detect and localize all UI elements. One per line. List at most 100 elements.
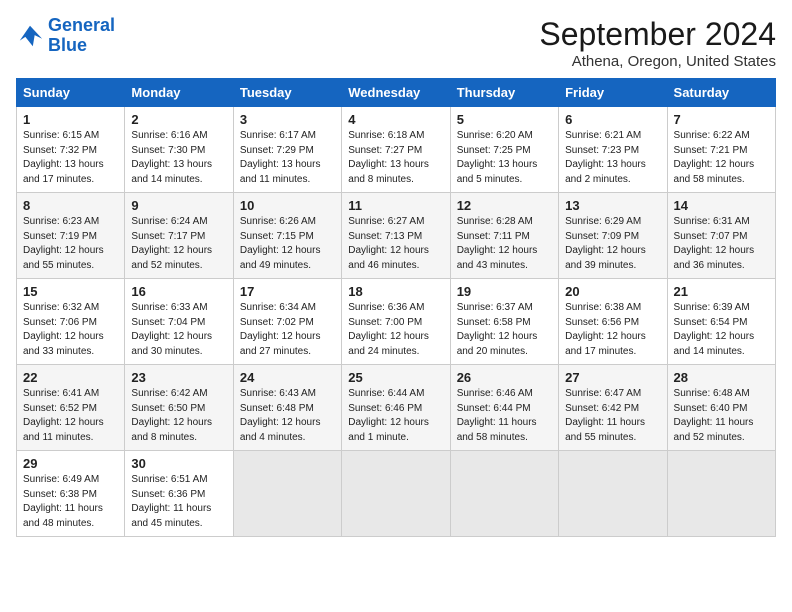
calendar-cell: 17 Sunrise: 6:34 AM Sunset: 7:02 PM Dayli… (233, 279, 341, 365)
day-number: 24 (240, 370, 335, 385)
calendar-cell: 24 Sunrise: 6:43 AM Sunset: 6:48 PM Dayli… (233, 365, 341, 451)
day-info: Sunrise: 6:38 AM Sunset: 6:56 PM Dayligh… (565, 301, 660, 359)
day-info: Sunrise: 6:44 AM Sunset: 6:46 PM Dayligh… (348, 387, 443, 445)
day-info: Sunrise: 6:37 AM Sunset: 6:58 PM Dayligh… (457, 301, 552, 359)
weekday-header-sunday: Sunday (17, 79, 125, 107)
day-info: Sunrise: 6:27 AM Sunset: 7:13 PM Dayligh… (348, 215, 443, 273)
day-info: Sunrise: 6:48 AM Sunset: 6:40 PM Dayligh… (674, 387, 769, 445)
day-number: 16 (131, 284, 226, 299)
day-number: 20 (565, 284, 660, 299)
header: GeneralBlue September 2024 Athena, Orego… (16, 16, 776, 70)
calendar-cell: 27 Sunrise: 6:47 AM Sunset: 6:42 PM Dayli… (559, 365, 667, 451)
calendar-week-row: 29 Sunrise: 6:49 AM Sunset: 6:38 PM Dayli… (17, 451, 776, 537)
day-number: 9 (131, 198, 226, 213)
weekday-header-row: SundayMondayTuesdayWednesdayThursdayFrid… (17, 79, 776, 107)
calendar-cell: 28 Sunrise: 6:48 AM Sunset: 6:40 PM Dayli… (667, 365, 775, 451)
day-number: 3 (240, 112, 335, 127)
logo-text: GeneralBlue (48, 16, 115, 56)
calendar-cell (233, 451, 341, 537)
day-number: 28 (674, 370, 769, 385)
day-info: Sunrise: 6:21 AM Sunset: 7:23 PM Dayligh… (565, 129, 660, 187)
day-info: Sunrise: 6:36 AM Sunset: 7:00 PM Dayligh… (348, 301, 443, 359)
day-number: 13 (565, 198, 660, 213)
calendar-cell: 23 Sunrise: 6:42 AM Sunset: 6:50 PM Dayli… (125, 365, 233, 451)
day-info: Sunrise: 6:34 AM Sunset: 7:02 PM Dayligh… (240, 301, 335, 359)
calendar-week-row: 8Sunrise: 6:23 AM Sunset: 7:19 PM Daylig… (17, 193, 776, 279)
calendar-cell: 21Sunrise: 6:39 AM Sunset: 6:54 PM Dayli… (667, 279, 775, 365)
calendar-cell: 12Sunrise: 6:28 AM Sunset: 7:11 PM Dayli… (450, 193, 558, 279)
day-info: Sunrise: 6:49 AM Sunset: 6:38 PM Dayligh… (23, 473, 118, 531)
day-number: 23 (131, 370, 226, 385)
month-year-title: September 2024 (539, 16, 776, 53)
calendar-cell: 14 Sunrise: 6:31 AM Sunset: 7:07 PM Dayli… (667, 193, 775, 279)
day-info: Sunrise: 6:39 AM Sunset: 6:54 PM Dayligh… (674, 301, 769, 359)
day-info: Sunrise: 6:18 AM Sunset: 7:27 PM Dayligh… (348, 129, 443, 187)
day-info: Sunrise: 6:33 AM Sunset: 7:04 PM Dayligh… (131, 301, 226, 359)
day-number: 6 (565, 112, 660, 127)
calendar-cell (342, 451, 450, 537)
calendar-cell: 22Sunrise: 6:41 AM Sunset: 6:52 PM Dayli… (17, 365, 125, 451)
calendar-cell: 3 Sunrise: 6:17 AM Sunset: 7:29 PM Daylig… (233, 107, 341, 193)
day-number: 25 (348, 370, 443, 385)
calendar-body: 1Sunrise: 6:15 AM Sunset: 7:32 PM Daylig… (17, 107, 776, 537)
day-number: 19 (457, 284, 552, 299)
calendar-cell: 15Sunrise: 6:32 AM Sunset: 7:06 PM Dayli… (17, 279, 125, 365)
day-info: Sunrise: 6:47 AM Sunset: 6:42 PM Dayligh… (565, 387, 660, 445)
day-number: 15 (23, 284, 118, 299)
day-number: 11 (348, 198, 443, 213)
calendar-cell (450, 451, 558, 537)
calendar-cell: 2 Sunrise: 6:16 AM Sunset: 7:30 PM Daylig… (125, 107, 233, 193)
day-number: 1 (23, 112, 118, 127)
day-number: 5 (457, 112, 552, 127)
weekday-header-saturday: Saturday (667, 79, 775, 107)
day-info: Sunrise: 6:20 AM Sunset: 7:25 PM Dayligh… (457, 129, 552, 187)
weekday-header-wednesday: Wednesday (342, 79, 450, 107)
day-number: 17 (240, 284, 335, 299)
day-info: Sunrise: 6:29 AM Sunset: 7:09 PM Dayligh… (565, 215, 660, 273)
calendar-cell: 30Sunrise: 6:51 AM Sunset: 6:36 PM Dayli… (125, 451, 233, 537)
calendar-cell: 18 Sunrise: 6:36 AM Sunset: 7:00 PM Dayli… (342, 279, 450, 365)
calendar-week-row: 1Sunrise: 6:15 AM Sunset: 7:32 PM Daylig… (17, 107, 776, 193)
day-info: Sunrise: 6:22 AM Sunset: 7:21 PM Dayligh… (674, 129, 769, 187)
calendar-cell: 10Sunrise: 6:26 AM Sunset: 7:15 PM Dayli… (233, 193, 341, 279)
calendar-cell: 11 Sunrise: 6:27 AM Sunset: 7:13 PM Dayli… (342, 193, 450, 279)
calendar-cell: 20 Sunrise: 6:38 AM Sunset: 6:56 PM Dayli… (559, 279, 667, 365)
calendar-cell (667, 451, 775, 537)
day-info: Sunrise: 6:31 AM Sunset: 7:07 PM Dayligh… (674, 215, 769, 273)
logo-bird-icon (16, 22, 44, 50)
day-number: 29 (23, 456, 118, 471)
calendar-cell: 16 Sunrise: 6:33 AM Sunset: 7:04 PM Dayli… (125, 279, 233, 365)
day-info: Sunrise: 6:43 AM Sunset: 6:48 PM Dayligh… (240, 387, 335, 445)
weekday-header-thursday: Thursday (450, 79, 558, 107)
calendar-cell: 7 Sunrise: 6:22 AM Sunset: 7:21 PM Daylig… (667, 107, 775, 193)
calendar-cell: 29 Sunrise: 6:49 AM Sunset: 6:38 PM Dayli… (17, 451, 125, 537)
calendar-cell: 6 Sunrise: 6:21 AM Sunset: 7:23 PM Daylig… (559, 107, 667, 193)
calendar-cell: 25 Sunrise: 6:44 AM Sunset: 6:46 PM Dayli… (342, 365, 450, 451)
day-info: Sunrise: 6:51 AM Sunset: 6:36 PM Dayligh… (131, 473, 226, 531)
calendar-cell: 1Sunrise: 6:15 AM Sunset: 7:32 PM Daylig… (17, 107, 125, 193)
weekday-header-friday: Friday (559, 79, 667, 107)
logo: GeneralBlue (16, 16, 115, 56)
day-number: 27 (565, 370, 660, 385)
calendar-header: SundayMondayTuesdayWednesdayThursdayFrid… (17, 79, 776, 107)
calendar-cell: 8Sunrise: 6:23 AM Sunset: 7:19 PM Daylig… (17, 193, 125, 279)
day-info: Sunrise: 6:16 AM Sunset: 7:30 PM Dayligh… (131, 129, 226, 187)
day-info: Sunrise: 6:28 AM Sunset: 7:11 PM Dayligh… (457, 215, 552, 273)
calendar-cell: 5 Sunrise: 6:20 AM Sunset: 7:25 PM Daylig… (450, 107, 558, 193)
weekday-header-tuesday: Tuesday (233, 79, 341, 107)
location-subtitle: Athena, Oregon, United States (539, 53, 776, 70)
day-info: Sunrise: 6:42 AM Sunset: 6:50 PM Dayligh… (131, 387, 226, 445)
day-number: 2 (131, 112, 226, 127)
calendar-week-row: 22Sunrise: 6:41 AM Sunset: 6:52 PM Dayli… (17, 365, 776, 451)
day-number: 14 (674, 198, 769, 213)
day-number: 22 (23, 370, 118, 385)
title-area: September 2024 Athena, Oregon, United St… (539, 16, 776, 70)
day-number: 7 (674, 112, 769, 127)
calendar-cell: 9Sunrise: 6:24 AM Sunset: 7:17 PM Daylig… (125, 193, 233, 279)
calendar-table: SundayMondayTuesdayWednesdayThursdayFrid… (16, 78, 776, 537)
calendar-cell: 19 Sunrise: 6:37 AM Sunset: 6:58 PM Dayli… (450, 279, 558, 365)
calendar-cell: 26Sunrise: 6:46 AM Sunset: 6:44 PM Dayli… (450, 365, 558, 451)
day-info: Sunrise: 6:23 AM Sunset: 7:19 PM Dayligh… (23, 215, 118, 273)
day-info: Sunrise: 6:17 AM Sunset: 7:29 PM Dayligh… (240, 129, 335, 187)
day-number: 18 (348, 284, 443, 299)
